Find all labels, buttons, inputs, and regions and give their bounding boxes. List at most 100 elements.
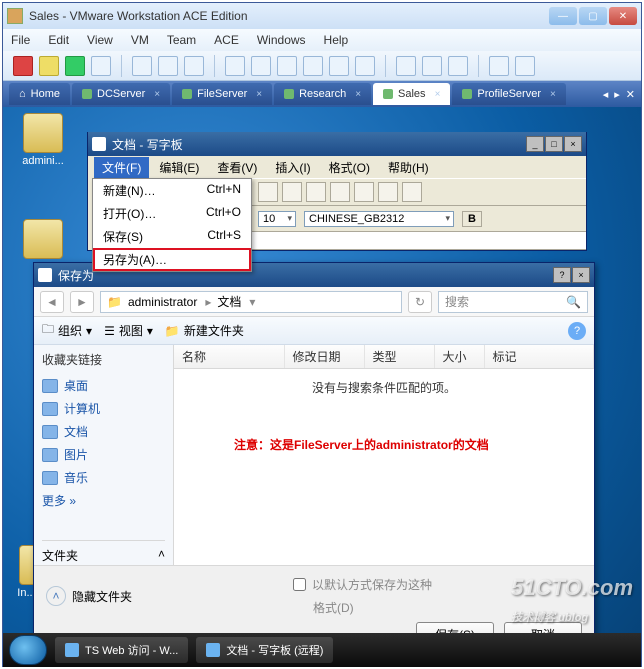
wordpad-tool-button[interactable]: [330, 182, 350, 202]
close-tab-icon[interactable]: ×: [355, 89, 361, 100]
menu-help[interactable]: Help: [324, 33, 349, 47]
taskbar-item[interactable]: 文档 - 写字板 (远程): [196, 637, 333, 663]
organize-button[interactable]: 🗀组织▾: [42, 320, 92, 341]
dialog-help-button[interactable]: ?: [553, 267, 571, 283]
wordpad-minimize-button[interactable]: _: [526, 136, 544, 152]
file-list[interactable]: 名称 修改日期 类型 大小 标记 没有与搜索条件匹配的项。 注意：这是FileS…: [174, 345, 594, 565]
checkbox-input[interactable]: [293, 578, 306, 591]
suspend-button[interactable]: [39, 56, 59, 76]
breadcrumb-segment[interactable]: administrator: [128, 295, 211, 309]
wordpad-tool-button[interactable]: [354, 182, 374, 202]
vmware-close-button[interactable]: ✕: [609, 7, 637, 25]
close-tab-icon[interactable]: ×: [256, 89, 262, 100]
toolbar-button[interactable]: [355, 56, 375, 76]
tab-sales[interactable]: Sales×: [373, 83, 450, 105]
address-bar[interactable]: 📁 administrator 文档: [100, 291, 402, 313]
toolbar-button[interactable]: [515, 56, 535, 76]
tab-scroll-right[interactable]: ▸: [614, 88, 620, 101]
snapshot-button[interactable]: [132, 56, 152, 76]
toolbar-button[interactable]: [489, 56, 509, 76]
tab-fileserver[interactable]: FileServer×: [172, 83, 272, 105]
toolbar-button[interactable]: [329, 56, 349, 76]
menu-item-save-as[interactable]: 另存为(A)…: [93, 248, 251, 271]
tab-dcserver[interactable]: DCServer×: [72, 83, 170, 105]
toolbar-button[interactable]: [448, 56, 468, 76]
sidebar-link-music[interactable]: 音乐: [42, 466, 165, 489]
toolbar-button[interactable]: [422, 56, 442, 76]
nav-forward-button[interactable]: ►: [70, 291, 94, 313]
tab-home[interactable]: ⌂Home: [9, 83, 70, 105]
menu-vm[interactable]: VM: [131, 33, 149, 47]
vmware-minimize-button[interactable]: —: [549, 7, 577, 25]
column-date[interactable]: 修改日期: [284, 345, 364, 369]
help-button[interactable]: ?: [568, 322, 586, 340]
wordpad-tool-button[interactable]: [306, 182, 326, 202]
desktop-icon[interactable]: admini...: [13, 113, 73, 167]
toolbar-button[interactable]: [277, 56, 297, 76]
tab-profileserver[interactable]: ProfileServer×: [452, 83, 565, 105]
menu-edit[interactable]: Edit: [48, 33, 69, 47]
menu-file[interactable]: File: [11, 33, 30, 47]
wordpad-close-button[interactable]: ×: [564, 136, 582, 152]
reset-button[interactable]: [91, 56, 111, 76]
font-size-select[interactable]: 10: [258, 211, 296, 227]
close-tab-icon[interactable]: ×: [435, 89, 441, 100]
wordpad-menu-view[interactable]: 查看(V): [209, 157, 265, 178]
default-format-checkbox[interactable]: 以默认方式保存为这种 格式(D): [293, 576, 432, 616]
wordpad-maximize-button[interactable]: □: [545, 136, 563, 152]
menu-ace[interactable]: ACE: [214, 33, 239, 47]
new-folder-button[interactable]: 📁新建文件夹: [165, 322, 244, 339]
manage-snapshot-button[interactable]: [184, 56, 204, 76]
tab-research[interactable]: Research×: [274, 83, 371, 105]
menu-item-open[interactable]: 打开(O)…Ctrl+O: [93, 202, 251, 225]
power-on-button[interactable]: [65, 56, 85, 76]
menu-windows[interactable]: Windows: [257, 33, 306, 47]
toolbar-button[interactable]: [225, 56, 245, 76]
sidebar-link-desktop[interactable]: 桌面: [42, 374, 165, 397]
sidebar-link-more[interactable]: 更多 »: [42, 489, 165, 512]
menu-item-new[interactable]: 新建(N)…Ctrl+N: [93, 179, 251, 202]
wordpad-menu-edit[interactable]: 编辑(E): [151, 157, 207, 178]
taskbar-item[interactable]: TS Web 访问 - W...: [55, 637, 188, 663]
column-tags[interactable]: 标记: [484, 345, 594, 369]
bold-button[interactable]: B: [462, 211, 482, 227]
sidebar-link-documents[interactable]: 文档: [42, 420, 165, 443]
wordpad-tool-button[interactable]: [258, 182, 278, 202]
wordpad-tool-button[interactable]: [378, 182, 398, 202]
wordpad-tool-button[interactable]: [282, 182, 302, 202]
column-type[interactable]: 类型: [364, 345, 434, 369]
close-tab-icon[interactable]: ×: [550, 89, 556, 100]
folders-tree-header[interactable]: 文件夹˄: [42, 540, 165, 564]
menu-item-save[interactable]: 保存(S)Ctrl+S: [93, 225, 251, 248]
tab-close-icon[interactable]: ✕: [626, 88, 635, 101]
sidebar-link-computer[interactable]: 计算机: [42, 397, 165, 420]
power-off-button[interactable]: [13, 56, 33, 76]
wordpad-menu-insert[interactable]: 插入(I): [267, 157, 318, 178]
menu-team[interactable]: Team: [167, 33, 196, 47]
start-button[interactable]: [9, 635, 47, 665]
nav-back-button[interactable]: ◄: [40, 291, 64, 313]
wordpad-menu-help[interactable]: 帮助(H): [380, 157, 437, 178]
close-tab-icon[interactable]: ×: [154, 89, 160, 100]
revert-button[interactable]: [158, 56, 178, 76]
toolbar-button[interactable]: [251, 56, 271, 76]
wordpad-menu-file[interactable]: 文件(F): [94, 157, 149, 178]
wordpad-menu-format[interactable]: 格式(O): [321, 157, 378, 178]
search-input[interactable]: 搜索🔍: [438, 291, 588, 313]
wordpad-tool-button[interactable]: [402, 182, 422, 202]
guest-desktop[interactable]: admini... 计... In... Ex... 文档 - 写字板 _□× …: [3, 107, 641, 667]
tab-scroll-left[interactable]: ◂: [603, 88, 609, 101]
vmware-maximize-button[interactable]: ▢: [579, 7, 607, 25]
hide-folders-button[interactable]: ˄隐藏文件夹: [46, 586, 132, 606]
dialog-close-button[interactable]: ×: [572, 267, 590, 283]
breadcrumb-segment[interactable]: 文档: [217, 293, 255, 310]
column-name[interactable]: 名称: [174, 345, 284, 369]
font-script-select[interactable]: CHINESE_GB2312: [304, 211, 454, 227]
fullscreen-button[interactable]: [396, 56, 416, 76]
sidebar-link-pictures[interactable]: 图片: [42, 443, 165, 466]
menu-view[interactable]: View: [87, 33, 113, 47]
toolbar-button[interactable]: [303, 56, 323, 76]
column-size[interactable]: 大小: [434, 345, 484, 369]
refresh-button[interactable]: ↻: [408, 291, 432, 313]
views-button[interactable]: ☰视图▾: [104, 322, 153, 339]
